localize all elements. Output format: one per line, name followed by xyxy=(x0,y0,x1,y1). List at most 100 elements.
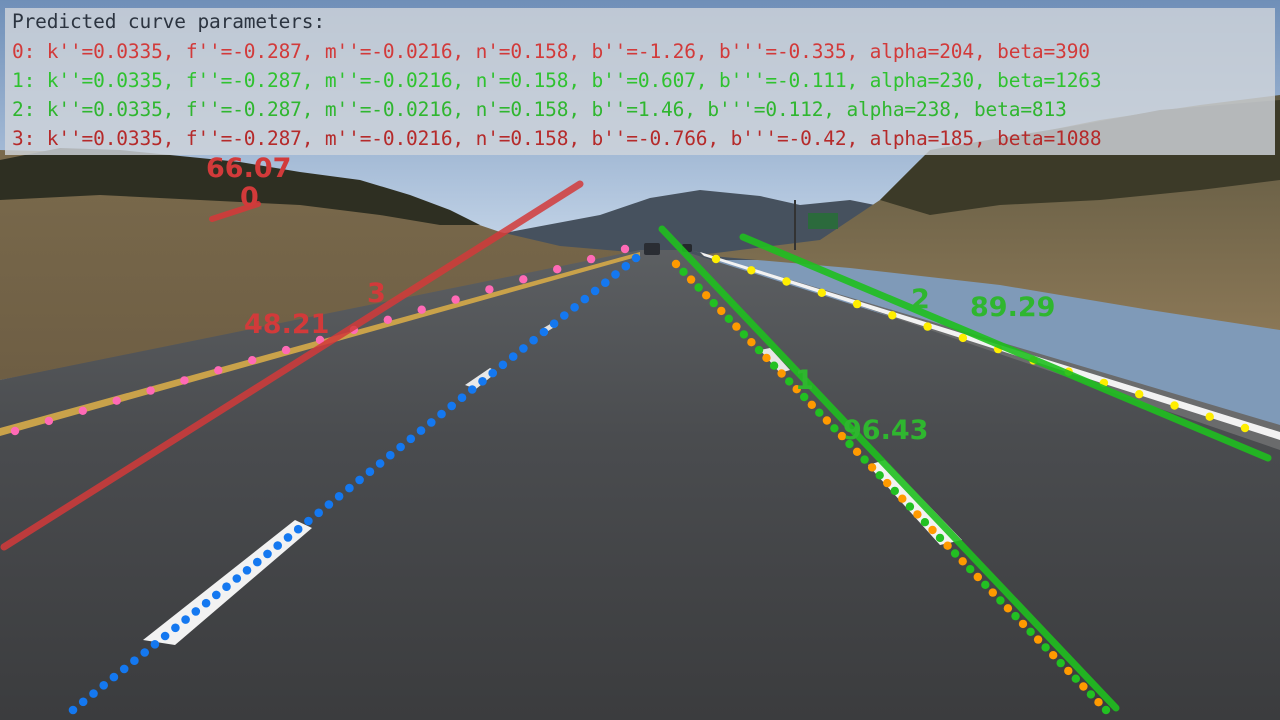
lane-2-parameters: 2: k''=0.0335, f''=-0.287, m''=-0.0216, … xyxy=(12,98,1067,121)
gt-lane-pink-dot xyxy=(451,295,460,304)
gt-lane-blue-dot xyxy=(181,615,190,624)
gt-lane-yellow-dot xyxy=(1205,412,1214,421)
gt-lane-orange-dot xyxy=(1056,658,1065,668)
gt-lane-orange-dot xyxy=(890,486,899,496)
gt-lane-orange-dot xyxy=(1049,651,1058,660)
gt-lane-orange-dot xyxy=(732,322,741,331)
lane-1-score-label: 96.43 xyxy=(843,415,929,446)
gt-lane-orange-dot xyxy=(943,541,952,550)
gt-lane-orange-dot xyxy=(928,525,937,535)
gt-lane-orange-dot xyxy=(702,291,711,300)
gt-lane-blue-dot xyxy=(191,607,201,616)
gt-lane-orange-dot xyxy=(981,580,990,589)
gt-lane-orange-dot xyxy=(671,259,681,269)
gt-lane-orange-dot xyxy=(913,510,922,519)
gt-lane-blue-dot xyxy=(447,401,457,411)
gt-lane-orange-dot xyxy=(905,502,915,511)
gt-lane-pink-dot xyxy=(519,275,528,284)
gt-lane-yellow-dot xyxy=(711,254,721,264)
lane-0-score-label: 66.07 xyxy=(206,153,292,184)
gt-lane-orange-dot xyxy=(777,369,786,378)
gt-lane-blue-dot xyxy=(78,697,88,707)
gt-lane-blue-dot xyxy=(386,450,395,460)
gt-lane-blue-dot xyxy=(99,681,108,690)
gt-lane-pink-dot xyxy=(485,285,494,294)
gt-lane-yellow-dot xyxy=(782,277,791,286)
gt-lane-pink-dot xyxy=(214,366,223,375)
gt-lane-blue-dot xyxy=(365,467,375,477)
gt-lane-orange-dot xyxy=(679,267,688,276)
gt-lane-blue-dot xyxy=(375,459,385,468)
lane-0-parameters: 0: k''=0.0335, f''=-0.287, m''=-0.0216, … xyxy=(12,40,1090,63)
gt-lane-orange-dot xyxy=(966,565,975,574)
gt-lane-orange-dot xyxy=(830,424,839,433)
lane-1-id-label: 1 xyxy=(795,365,814,396)
gt-lane-orange-dot xyxy=(717,306,726,316)
gt-lane-blue-dot xyxy=(457,393,467,403)
gt-lane-blue-dot xyxy=(498,360,508,370)
gt-lane-yellow-dot xyxy=(1240,423,1250,433)
gt-lane-blue-dot xyxy=(570,303,579,312)
gt-lane-yellow-dot xyxy=(817,288,826,297)
gt-lane-blue-dot xyxy=(273,541,283,550)
lane-2-score-label: 89.29 xyxy=(970,292,1056,323)
lane-3-score-label: 48.21 xyxy=(244,309,330,340)
gt-lane-pink-dot xyxy=(78,406,88,415)
gt-lane-yellow-dot xyxy=(1135,390,1144,399)
gt-lane-blue-dot xyxy=(631,253,641,263)
gt-lane-orange-dot xyxy=(1086,690,1096,699)
gt-lane-blue-dot xyxy=(314,508,324,518)
gt-lane-orange-dot xyxy=(988,588,997,597)
gt-lane-blue-dot xyxy=(160,631,170,641)
gt-lane-blue-dot xyxy=(334,492,344,501)
gt-lane-blue-dot xyxy=(488,368,498,378)
gt-lane-blue-dot xyxy=(171,623,180,633)
gt-lane-blue-dot xyxy=(467,385,477,394)
gt-lane-pink-dot xyxy=(44,416,54,426)
gt-lane-blue-dot xyxy=(242,566,252,575)
gt-lane-pink-dot xyxy=(180,376,189,385)
gt-lane-blue-dot xyxy=(621,261,631,271)
gt-lane-pink-dot xyxy=(146,386,155,395)
gt-lane-blue-dot xyxy=(601,278,610,288)
gt-lane-blue-dot xyxy=(232,574,242,583)
gt-lane-orange-dot xyxy=(1011,611,1020,621)
gt-lane-blue-dot xyxy=(355,475,364,485)
gt-lane-blue-dot xyxy=(263,549,272,559)
gt-lane-blue-dot xyxy=(508,352,518,361)
gt-lane-orange-dot xyxy=(694,283,703,292)
lane-3-id-label: 3 xyxy=(367,278,386,309)
distant-car xyxy=(644,243,660,255)
gt-lane-blue-dot xyxy=(437,409,446,419)
gt-lane-pink-dot xyxy=(10,426,20,436)
gt-lane-pink-dot xyxy=(248,356,257,365)
lane-3-parameters: 3: k''=0.0335, f''=-0.287, m''=-0.0216, … xyxy=(12,127,1102,150)
gt-lane-orange-dot xyxy=(815,408,824,417)
gt-lane-orange-dot xyxy=(950,549,960,558)
gt-lane-yellow-dot xyxy=(1170,401,1179,410)
gt-lane-orange-dot xyxy=(1018,619,1028,629)
gt-lane-blue-dot xyxy=(345,483,354,493)
gt-lane-pink-dot xyxy=(383,315,392,324)
gt-lane-orange-dot xyxy=(1101,705,1111,715)
gt-lane-pink-dot xyxy=(417,305,426,314)
gt-lane-orange-dot xyxy=(1041,643,1050,652)
gt-lane-orange-dot xyxy=(709,298,718,308)
gt-lane-blue-dot xyxy=(478,377,487,386)
gt-lane-blue-dot xyxy=(539,327,549,337)
gt-lane-blue-dot xyxy=(406,434,416,444)
gt-lane-pink-dot xyxy=(553,265,562,274)
panel-title: Predicted curve parameters: xyxy=(12,10,325,33)
gt-lane-blue-dot xyxy=(140,648,149,657)
gt-lane-orange-dot xyxy=(1064,666,1073,676)
gt-lane-orange-dot xyxy=(1071,674,1081,683)
gt-lane-orange-dot xyxy=(1094,698,1103,707)
gt-lane-orange-dot xyxy=(852,447,862,456)
gt-lane-blue-dot xyxy=(150,640,160,649)
gt-lane-orange-dot xyxy=(739,330,749,339)
gt-lane-blue-dot xyxy=(109,672,119,682)
gt-lane-blue-dot xyxy=(130,656,139,665)
gt-lane-yellow-dot xyxy=(958,333,968,343)
gt-lane-blue-dot xyxy=(212,590,221,600)
gt-lane-orange-dot xyxy=(875,471,884,480)
